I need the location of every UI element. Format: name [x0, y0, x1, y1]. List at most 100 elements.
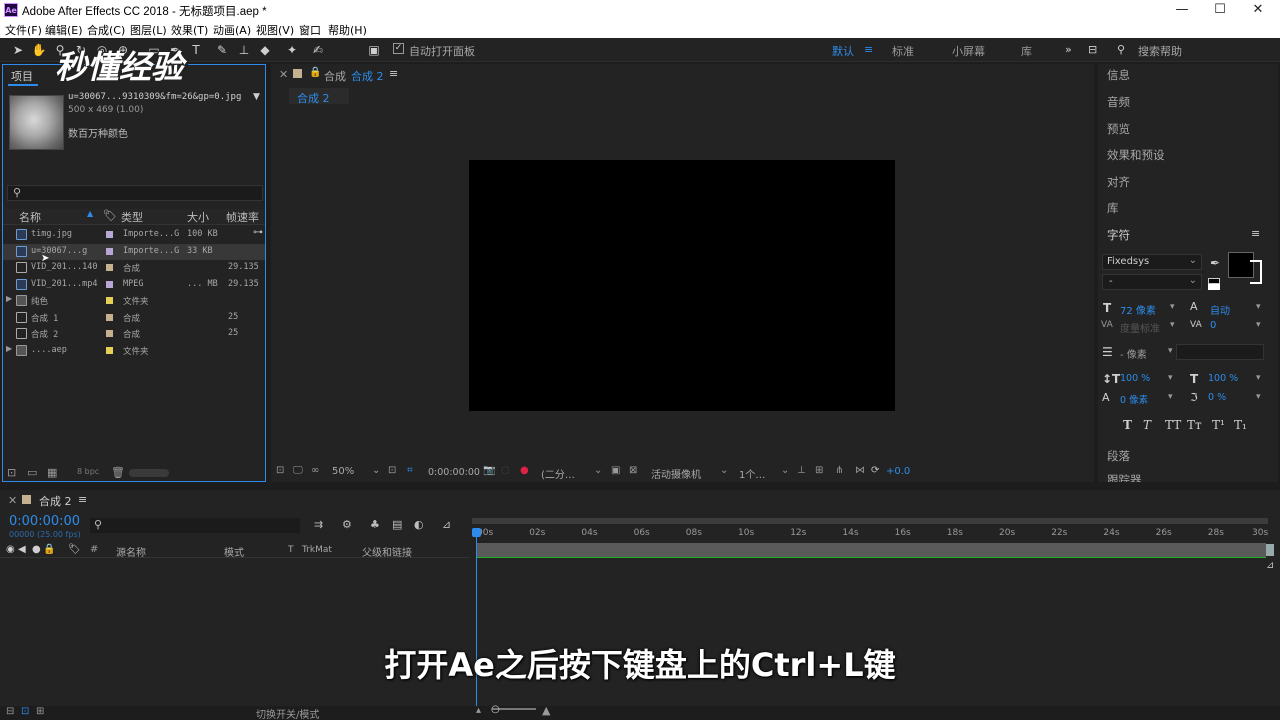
- fit-icon[interactable]: ⊡: [388, 465, 396, 476]
- label-swatch[interactable]: [106, 346, 113, 354]
- font-size-value[interactable]: 72 像素: [1120, 302, 1156, 317]
- preview-icon[interactable]: ⊡: [276, 465, 284, 476]
- panel-effects-presets[interactable]: 效果和预设: [1107, 147, 1165, 163]
- panel-icon[interactable]: ▣: [366, 42, 382, 58]
- stroke-width-value[interactable]: - 像素: [1120, 346, 1147, 361]
- resolution-dropdown-icon[interactable]: ⌄: [594, 465, 602, 476]
- column-framerate[interactable]: 帧速率: [226, 209, 259, 225]
- fast-preview-icon[interactable]: ▣: [611, 465, 620, 476]
- kerning-dropdown-icon[interactable]: ▾: [1170, 320, 1175, 330]
- horizontal-scale-value[interactable]: 100 %: [1208, 373, 1238, 384]
- panel-paragraph[interactable]: 段落: [1107, 448, 1130, 464]
- show-snapshot-icon[interactable]: ◌: [501, 465, 510, 476]
- close-button[interactable]: ✕: [1238, 0, 1278, 20]
- character-menu-icon[interactable]: ≡: [1251, 227, 1260, 240]
- toggle-switches-modes[interactable]: 切换开关/模式: [256, 706, 319, 720]
- panel-tracker[interactable]: 跟踪器: [1107, 472, 1142, 482]
- selected-item-dropdown-icon[interactable]: ▼: [253, 92, 260, 102]
- viewer-timecode[interactable]: 0:00:00:00: [428, 467, 480, 478]
- tracking-dropdown-icon[interactable]: ▾: [1256, 320, 1261, 330]
- minimize-button[interactable]: —: [1162, 0, 1202, 20]
- menu-help[interactable]: 帮助(H): [328, 22, 367, 38]
- panel-library[interactable]: 库: [1107, 200, 1119, 216]
- column-type[interactable]: 类型: [121, 209, 143, 225]
- monitor-icon[interactable]: 🖵: [293, 465, 303, 476]
- menu-file[interactable]: 文件(F): [5, 22, 42, 38]
- camera-dropdown-icon[interactable]: ⌄: [720, 465, 728, 476]
- exposure-value[interactable]: +0.0: [886, 466, 910, 477]
- tsume-dropdown-icon[interactable]: ▾: [1256, 392, 1261, 402]
- workspace-menu-icon[interactable]: ≡: [864, 43, 873, 56]
- brush-tool-icon[interactable]: ✎: [214, 42, 230, 58]
- playhead-handle[interactable]: [472, 528, 481, 537]
- camera-select[interactable]: 活动摄像机: [651, 466, 701, 481]
- transparency-grid-icon[interactable]: ⊠: [629, 465, 637, 476]
- zoom-out-icon[interactable]: ▴: [476, 705, 481, 716]
- vertical-scale-dropdown-icon[interactable]: ▾: [1168, 373, 1173, 383]
- lock-icon[interactable]: 🔒: [309, 67, 321, 78]
- vr-glasses-icon[interactable]: ∞: [311, 465, 319, 476]
- faux-italic-button[interactable]: T: [1143, 418, 1151, 432]
- work-area-range[interactable]: [476, 543, 1266, 557]
- zoom-in-icon[interactable]: ▲: [542, 704, 550, 717]
- eraser-tool-icon[interactable]: ◆: [257, 42, 273, 58]
- faux-bold-button[interactable]: T: [1123, 418, 1132, 432]
- baseline-shift-value[interactable]: 0 像素: [1120, 392, 1148, 406]
- workspace-standard[interactable]: 标准: [892, 43, 914, 59]
- tracking-value[interactable]: 0: [1210, 320, 1216, 331]
- leading-value[interactable]: 自动: [1210, 302, 1230, 317]
- leading-dropdown-icon[interactable]: ▾: [1256, 302, 1261, 312]
- stroke-style-select[interactable]: [1176, 344, 1264, 360]
- expand-arrow-icon[interactable]: ▶: [6, 294, 12, 303]
- type-tool-icon[interactable]: T: [188, 42, 204, 58]
- menu-composition[interactable]: 合成(C): [87, 22, 125, 38]
- layer-switches-icon[interactable]: ⊟: [6, 706, 14, 717]
- menu-edit[interactable]: 编辑(E): [45, 22, 83, 38]
- search-help-field[interactable]: 搜索帮助: [1138, 43, 1182, 59]
- project-item-row[interactable]: VID_201...mp4 MPEG ... MB 29.135: [3, 277, 265, 293]
- view-layout-select[interactable]: 1个…: [739, 466, 765, 481]
- project-tab[interactable]: 项目: [11, 68, 33, 84]
- zoom-level[interactable]: 50%: [332, 466, 354, 477]
- font-family-select[interactable]: Fixedsys ⌄: [1102, 254, 1202, 270]
- project-item-row[interactable]: ▶ ....aep 文件夹: [3, 343, 265, 359]
- kerning-value[interactable]: 度量标准: [1120, 320, 1160, 335]
- delete-icon[interactable]: 🗑: [111, 466, 125, 479]
- label-swatch[interactable]: [106, 313, 113, 321]
- label-swatch[interactable]: [106, 330, 113, 337]
- menu-window[interactable]: 窗口: [299, 22, 321, 38]
- horizontal-scale-dropdown-icon[interactable]: ▾: [1256, 373, 1261, 383]
- hand-tool-icon[interactable]: ✋: [31, 42, 47, 58]
- clone-stamp-tool-icon[interactable]: ⊥: [236, 42, 252, 58]
- eyedropper-icon[interactable]: ✒: [1210, 256, 1220, 270]
- puppet-pin-tool-icon[interactable]: ✍: [310, 42, 326, 58]
- project-item-row[interactable]: timg.jpg Importe...G 100 KB: [3, 227, 265, 243]
- set-white-icon[interactable]: [1208, 284, 1220, 290]
- snapshot-icon[interactable]: 📷: [483, 465, 495, 476]
- stroke-width-dropdown-icon[interactable]: ▾: [1168, 346, 1173, 356]
- label-swatch[interactable]: [106, 231, 113, 238]
- workspace-library[interactable]: 库: [1021, 43, 1032, 59]
- column-name[interactable]: 名称: [19, 209, 41, 225]
- interpret-footage-icon[interactable]: ⊡: [7, 466, 16, 479]
- tsume-value[interactable]: 0 %: [1208, 392, 1226, 403]
- comp-flowchart-icon[interactable]: ⋔: [835, 465, 843, 476]
- in-out-icon[interactable]: ⊞: [36, 706, 44, 717]
- roto-brush-tool-icon[interactable]: ✦: [284, 42, 300, 58]
- menu-layer[interactable]: 图层(L): [130, 22, 167, 38]
- project-item-row[interactable]: 合成 1 合成 25: [3, 310, 265, 326]
- label-swatch[interactable]: [106, 247, 113, 255]
- selection-tool-icon[interactable]: ➤: [10, 42, 26, 58]
- label-swatch[interactable]: [106, 297, 113, 304]
- zoom-dropdown-icon[interactable]: ⌄: [372, 465, 380, 476]
- expand-arrow-icon[interactable]: ▶: [6, 344, 12, 353]
- project-search-input[interactable]: ⚲: [7, 185, 263, 201]
- more-workspaces-icon[interactable]: »: [1065, 43, 1072, 56]
- panel-preview[interactable]: 预览: [1107, 121, 1130, 137]
- pixel-aspect-icon[interactable]: ⊥: [797, 465, 806, 476]
- stroke-color-swatch[interactable]: [1250, 260, 1262, 284]
- maximize-button[interactable]: ☐: [1200, 0, 1240, 20]
- superscript-button[interactable]: T¹: [1212, 418, 1225, 432]
- auto-open-checkbox[interactable]: ✓: [393, 43, 404, 54]
- transfer-controls-icon[interactable]: ⊡: [21, 706, 29, 717]
